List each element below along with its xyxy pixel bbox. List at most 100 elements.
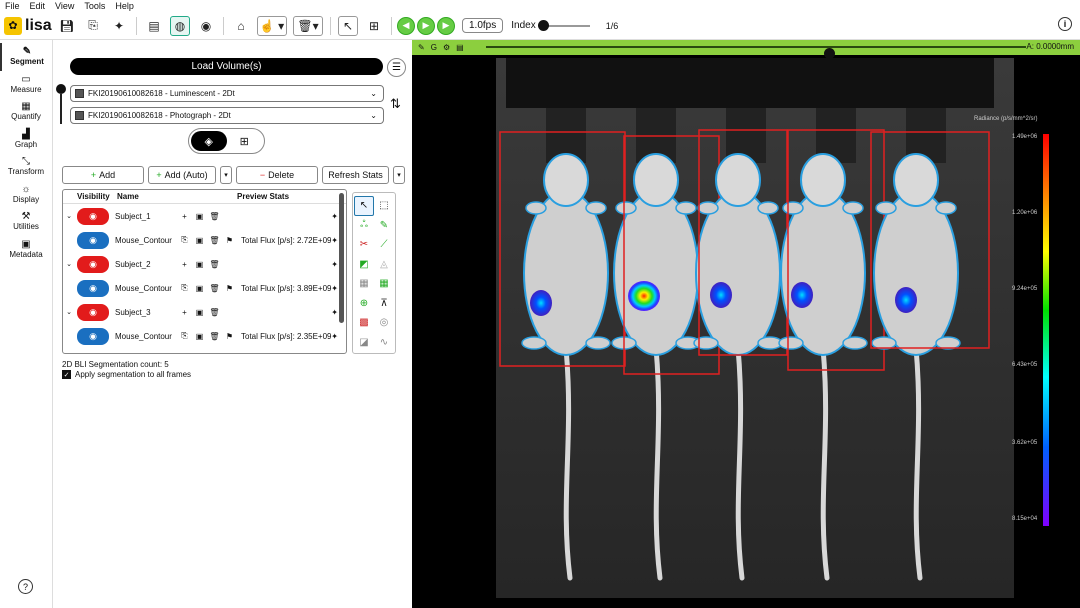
grid-tool-icon[interactable]: ▦ bbox=[354, 274, 374, 294]
select-tool-icon[interactable]: ↖ bbox=[354, 196, 374, 216]
checker-tool-icon[interactable]: ▩ bbox=[354, 313, 374, 333]
trash-icon[interactable]: 🗑︎▾ bbox=[293, 15, 323, 36]
brush-icon[interactable]: ⌂ bbox=[231, 16, 251, 36]
add-icon[interactable]: + bbox=[177, 308, 192, 317]
grid-view-icon[interactable]: ⊞ bbox=[227, 131, 263, 151]
nav-item-quantify[interactable]: ▦ Quantify bbox=[0, 98, 52, 126]
copy-icon[interactable]: ⎘ bbox=[177, 283, 192, 293]
contour-row[interactable]: ◉ Mouse_Contour ⎘ ▣ 🗑︎ ⚑ Total Flux [p/s]: 2.3… bbox=[63, 324, 346, 348]
scissors-tool-icon[interactable]: ✂ bbox=[354, 235, 374, 255]
index-slider-handle[interactable] bbox=[537, 19, 549, 31]
calendar-icon[interactable]: ▤ bbox=[144, 16, 164, 36]
chevron-down-icon[interactable]: ⌄ bbox=[63, 308, 75, 316]
apply-segmentation-option[interactable]: ✓ Apply segmentation to all frames bbox=[62, 370, 191, 379]
slice-slider[interactable] bbox=[486, 46, 1026, 59]
sparkle-icon[interactable]: ✦ bbox=[331, 212, 338, 221]
add-auto-button[interactable]: + Add (Auto) bbox=[148, 166, 216, 184]
subject-row[interactable]: ⌄ ◉ Subject_1 + ▣ 🗑︎ ✦ bbox=[63, 204, 346, 228]
filter-settings-icon[interactable]: ☰ bbox=[387, 58, 406, 77]
nav-item-measure[interactable]: ▭ Measure bbox=[0, 71, 52, 99]
apply-segmentation-checkbox[interactable]: ✓ bbox=[62, 370, 71, 379]
refresh-options-chevron-icon[interactable]: ▾ bbox=[393, 166, 405, 184]
stats-icon[interactable]: ▣ bbox=[192, 332, 207, 341]
stats-icon[interactable]: ▣ bbox=[192, 284, 207, 293]
trash-icon[interactable]: 🗑︎ bbox=[207, 284, 222, 293]
target-tool-icon[interactable]: ⊕ bbox=[354, 294, 374, 314]
step-forward-icon[interactable]: ▶ bbox=[437, 16, 455, 35]
chevron-down-icon[interactable]: ⌄ bbox=[63, 260, 75, 268]
copy-icon[interactable]: ⎘ bbox=[177, 235, 192, 245]
circle-tool-icon[interactable]: ◎ bbox=[374, 313, 394, 333]
add-button[interactable]: + Add bbox=[62, 166, 144, 184]
table-scrollbar[interactable] bbox=[339, 193, 344, 323]
step-back-icon[interactable]: ◀ bbox=[397, 16, 415, 35]
fps-button[interactable]: 1.0fps bbox=[462, 18, 504, 33]
stats-icon[interactable]: ▣ bbox=[192, 212, 207, 221]
menu-item-view[interactable]: View bbox=[55, 0, 74, 12]
load-volume-button[interactable]: Load Volume(s) bbox=[70, 58, 383, 75]
nav-item-display[interactable]: ☼ Display bbox=[0, 181, 52, 209]
save-as-icon[interactable]: ⎘ bbox=[83, 16, 103, 36]
visibility-toggle[interactable]: ◉ bbox=[77, 303, 109, 321]
flag-icon[interactable]: ⚑ bbox=[222, 284, 237, 293]
volume-select-photograph[interactable]: FKI20190610082618 - Photograph - 2Dt ⌄ bbox=[70, 107, 384, 124]
lasso-tool-icon[interactable]: ஃ bbox=[354, 216, 374, 236]
trash-icon[interactable]: 🗑︎ bbox=[207, 308, 222, 317]
trash-icon[interactable]: 🗑︎ bbox=[207, 332, 222, 341]
contour-row[interactable]: ◉ Mouse_Contour ⎘ ▣ 🗑︎ ⚑ Total Flux [p/s]: 3.8… bbox=[63, 276, 346, 300]
trash-icon[interactable]: 🗑︎ bbox=[207, 212, 222, 221]
trash-icon[interactable]: 🗑︎ bbox=[207, 236, 222, 245]
resize-tool-icon[interactable]: ◪ bbox=[354, 333, 374, 353]
calendar-icon[interactable]: ▤ bbox=[456, 43, 464, 52]
stats-icon[interactable]: ▣ bbox=[192, 236, 207, 245]
swap-icon[interactable]: ⇅ bbox=[390, 96, 401, 112]
nav-item-transform[interactable]: ⤡ Transform bbox=[0, 153, 52, 181]
contour-row[interactable]: ◉ Mouse_Contour ⎘ ▣ 🗑︎ ⚑ Total Flux [p/s]: 2.7… bbox=[63, 228, 346, 252]
menu-item-file[interactable]: File bbox=[5, 0, 20, 12]
grid-cursor-icon[interactable]: ⊞ bbox=[364, 16, 384, 36]
nav-item-utilities[interactable]: ⚒ Utilities bbox=[0, 208, 52, 236]
pointer-icon[interactable]: ☝ ▾ bbox=[257, 15, 287, 36]
curve-tool-icon[interactable]: ∿ bbox=[374, 333, 394, 353]
menu-item-help[interactable]: Help bbox=[115, 0, 134, 12]
opacity-slider-handle[interactable] bbox=[56, 84, 66, 94]
threshold-tool-icon[interactable]: ⊼ bbox=[374, 294, 394, 314]
refresh-stats-button[interactable]: Refresh Stats bbox=[322, 166, 389, 184]
image-viewer[interactable]: ✎ G ⚙ ▤ A: 0.0000mm Radiance (p/s/mm^2/s… bbox=[412, 40, 1080, 608]
nav-item-segment[interactable]: ✎ Segment bbox=[0, 43, 52, 71]
copy-icon[interactable]: ⎘ bbox=[177, 331, 192, 341]
add-options-chevron-icon[interactable]: ▾ bbox=[220, 166, 232, 184]
trash-icon[interactable]: 🗑︎ bbox=[207, 260, 222, 269]
smooth-tool-icon[interactable]: ◬ bbox=[374, 255, 394, 275]
visibility-toggle[interactable]: ◉ bbox=[77, 279, 109, 297]
menu-item-edit[interactable]: Edit bbox=[30, 0, 46, 12]
flag-icon[interactable]: ⚑ bbox=[222, 236, 237, 245]
line-tool-icon[interactable]: ⟋ bbox=[374, 235, 394, 255]
visibility-toggle[interactable]: ◉ bbox=[77, 231, 109, 249]
subject-row[interactable]: ⌄ ◉ Subject_2 + ▣ 🗑︎ ✦ bbox=[63, 252, 346, 276]
pen-tool-icon[interactable]: ✎ bbox=[374, 216, 394, 236]
rectangle-tool-icon[interactable]: ⬚ bbox=[374, 196, 394, 216]
menu-item-tools[interactable]: Tools bbox=[84, 0, 105, 12]
delete-button[interactable]: − Delete bbox=[236, 166, 318, 184]
stats-icon[interactable]: ▣ bbox=[192, 308, 207, 317]
opacity-slider[interactable] bbox=[56, 84, 66, 124]
fill-tool-icon[interactable]: ◩ bbox=[354, 255, 374, 275]
visibility-toggle[interactable]: ◉ bbox=[77, 207, 109, 225]
subject-row[interactable]: ⌄ ◉ Subject_3 + ▣ 🗑︎ ✦ bbox=[63, 300, 346, 324]
pin-icon[interactable]: ✎ bbox=[418, 43, 425, 52]
add-icon[interactable]: + bbox=[177, 260, 192, 269]
info-icon[interactable]: i bbox=[1058, 17, 1072, 31]
magic-wand-icon[interactable]: ✦ bbox=[109, 16, 129, 36]
sparkle-icon[interactable]: ✦ bbox=[331, 260, 338, 269]
sparkle-icon[interactable]: ✦ bbox=[331, 236, 338, 245]
help-icon[interactable]: ? bbox=[18, 579, 33, 594]
segmentation-icon[interactable]: ◍ bbox=[170, 15, 190, 36]
index-slider[interactable] bbox=[537, 19, 590, 31]
add-icon[interactable]: + bbox=[177, 212, 192, 221]
layers-view-icon[interactable]: ◈ bbox=[191, 131, 227, 151]
nav-item-metadata[interactable]: ▣ Metadata bbox=[0, 236, 52, 264]
nav-item-graph[interactable]: ▟ Graph bbox=[0, 126, 52, 154]
visibility-toggle[interactable]: ◉ bbox=[77, 255, 109, 273]
sparkle-icon[interactable]: ✦ bbox=[331, 332, 338, 341]
